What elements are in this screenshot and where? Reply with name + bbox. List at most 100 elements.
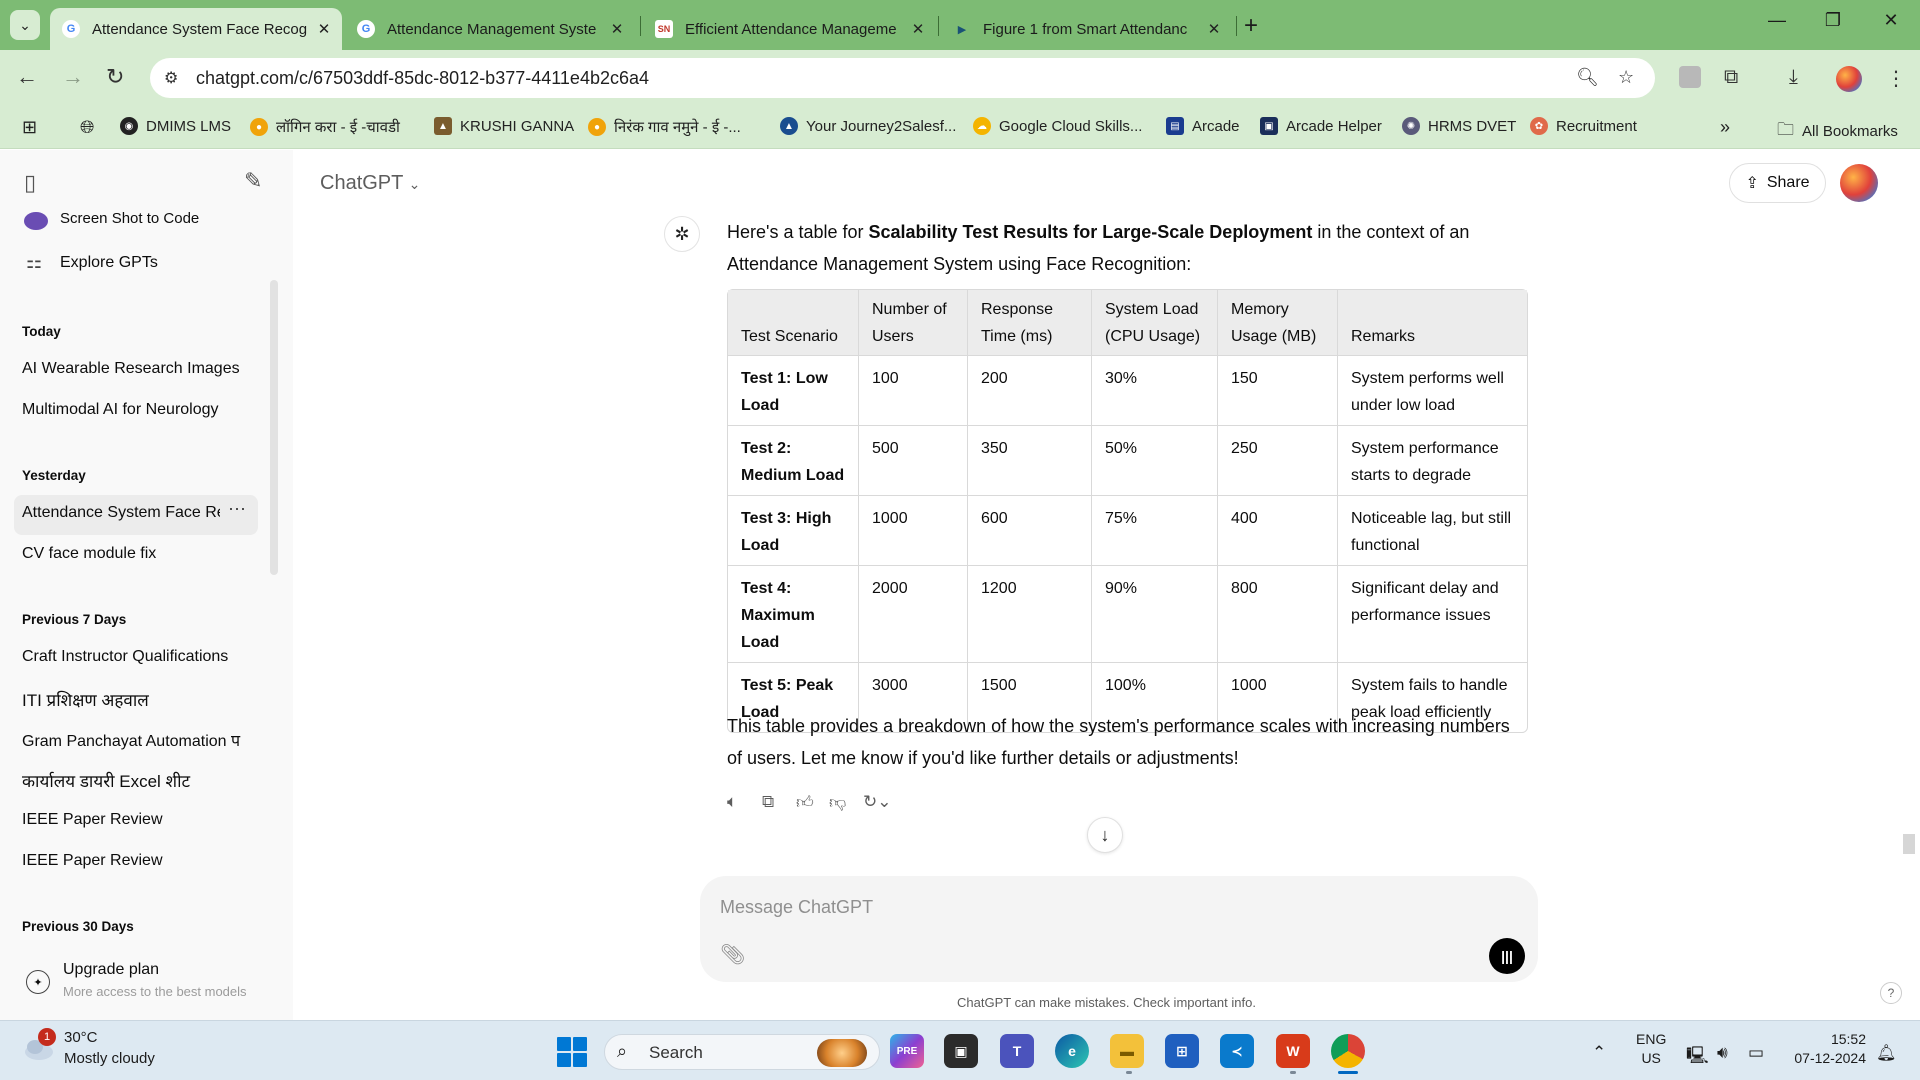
battery-icon[interactable]: ▭ (1748, 1043, 1764, 1063)
weather-temperature[interactable]: 30°C (64, 1029, 98, 1046)
trailhead-icon: ▲ (780, 117, 798, 135)
main-scrollbar[interactable] (1903, 834, 1915, 854)
thumbs-up-icon[interactable]: 👍︎ (796, 792, 814, 813)
chat-history-item[interactable]: AI Wearable Research Images (22, 360, 262, 378)
chat-history-item[interactable]: IEEE Paper Review (22, 811, 262, 829)
network-icon[interactable]: 🖳︎ (1686, 1043, 1709, 1072)
microsoft-store-icon[interactable]: ⊞ (1165, 1034, 1199, 1068)
bookmark-item[interactable]: ▲ Your Journey2Salesf... (780, 117, 956, 135)
system-clock[interactable]: 15:52 07-12-2024 (1786, 1030, 1866, 1068)
scroll-to-bottom-button[interactable]: ↓ (1087, 817, 1123, 853)
minimize-icon[interactable]: — (1762, 10, 1792, 31)
chat-history-item-active[interactable]: Attendance System Face Rec (22, 504, 220, 522)
read-aloud-icon[interactable]: 🔈︎ (727, 792, 737, 812)
share-button[interactable]: ⇪ Share (1729, 163, 1826, 203)
show-hidden-icons-chevron[interactable]: ⌃ (1592, 1043, 1606, 1063)
chat-options-icon[interactable]: ··· (228, 498, 246, 519)
language-indicator[interactable]: ENG US (1636, 1030, 1666, 1068)
voice-mode-button[interactable]: ||| (1489, 938, 1525, 974)
browser-tab[interactable]: G Attendance Management Syste ✕ (345, 8, 635, 50)
all-bookmarks-button[interactable]: 🗀 All Bookmarks (1777, 117, 1898, 146)
copilot-icon[interactable]: PRE (890, 1034, 924, 1068)
regenerate-icon[interactable]: ↻⌄ (863, 792, 892, 812)
profile-extension-icon[interactable] (1679, 66, 1701, 88)
bookmark-item[interactable]: ● लॉगिन करा - ई -चावडी (250, 117, 400, 137)
menu-kebab-icon[interactable]: ⋮ (1886, 66, 1906, 91)
globe-icon[interactable]: 🌐︎ (80, 117, 94, 138)
extensions-icon[interactable]: ⧉ (1724, 66, 1738, 89)
back-icon[interactable]: ← (16, 64, 38, 90)
apps-grid-icon[interactable]: ⊞ (22, 117, 37, 138)
upgrade-plan-button[interactable]: Upgrade plan (63, 961, 159, 979)
new-tab-button[interactable]: + (1244, 12, 1258, 40)
table-cell: 1200 (968, 566, 1092, 663)
chat-history-item[interactable]: IEEE Paper Review (22, 852, 262, 870)
close-window-icon[interactable]: ✕ (1876, 10, 1906, 31)
bookmark-item[interactable]: ▤ Arcade (1166, 117, 1240, 135)
teams-icon[interactable]: T (1000, 1034, 1034, 1068)
url-text[interactable]: chatgpt.com/c/67503ddf-85dc-8012-b377-44… (196, 68, 649, 89)
bookmark-item[interactable]: ▲ KRUSHI GANNA (434, 117, 574, 135)
sidebar-scrollbar[interactable] (270, 280, 278, 575)
message-input[interactable] (720, 890, 1480, 924)
chat-history-item[interactable]: Gram Panchayat Automation प (22, 729, 247, 751)
thumbs-down-icon[interactable]: 👎︎ (829, 792, 846, 813)
vscode-icon[interactable]: ≺ (1220, 1034, 1254, 1068)
edge-icon[interactable]: e (1055, 1034, 1089, 1068)
gpt-screen-shot-to-code[interactable]: Screen Shot to Code (60, 210, 199, 227)
bookmark-item[interactable]: ▣ Arcade Helper (1260, 117, 1382, 135)
table-cell: 90% (1092, 566, 1218, 663)
browser-tab[interactable]: G Attendance System Face Recog ✕ (50, 8, 342, 50)
chat-history-item[interactable]: CV face module fix (22, 545, 262, 563)
taskbar-search[interactable]: ⌕ Search (604, 1034, 880, 1070)
attach-icon[interactable]: 📎︎ (720, 942, 745, 967)
bookmark-item[interactable]: ◉ DMIMS LMS (120, 117, 231, 135)
forward-icon[interactable]: → (62, 64, 84, 90)
bookmark-star-icon[interactable]: ☆ (1618, 67, 1634, 88)
close-tab-icon[interactable]: ✕ (1202, 20, 1226, 38)
chat-history-item[interactable]: Multimodal AI for Neurology (22, 401, 262, 419)
toggle-sidebar-icon[interactable]: ▯ (24, 170, 36, 196)
browser-tab[interactable]: SN Efficient Attendance Manageme ✕ (643, 8, 936, 50)
notifications-bell-icon[interactable]: 🔔︎ (1876, 1043, 1896, 1063)
bookmark-item[interactable]: ● निरंक गाव नमुने - ई -... (588, 117, 741, 137)
restore-icon[interactable]: ❐ (1818, 10, 1848, 31)
screen-shot-to-code-icon (24, 212, 48, 230)
close-tab-icon[interactable]: ✕ (906, 20, 930, 38)
tab-search-button[interactable]: ⌄ (10, 10, 40, 40)
explore-gpts-link[interactable]: Explore GPTs (60, 254, 158, 272)
windows-start-icon[interactable] (557, 1037, 587, 1067)
section-heading-today: Today (22, 324, 61, 339)
site-info-icon[interactable]: ⚙ (164, 68, 178, 88)
chat-history-item[interactable]: ITI प्रशिक्षण अहवाल (22, 688, 262, 711)
address-bar[interactable]: ⚙ chatgpt.com/c/67503ddf-85dc-8012-b377-… (150, 58, 1655, 98)
more-bookmarks-icon[interactable]: » (1720, 117, 1730, 138)
wps-office-icon[interactable]: W (1276, 1034, 1310, 1068)
copy-icon[interactable]: ⧉ (762, 792, 774, 812)
bookmark-item[interactable]: ☁ Google Cloud Skills... (973, 117, 1142, 135)
tab-separator (938, 16, 939, 36)
model-selector[interactable]: ChatGPT ⌄ (320, 172, 420, 195)
user-avatar[interactable] (1840, 164, 1878, 202)
weather-description[interactable]: Mostly cloudy (64, 1050, 155, 1067)
close-tab-icon[interactable]: ✕ (312, 20, 336, 38)
file-explorer-icon[interactable]: ▬ (1110, 1034, 1144, 1068)
chrome-icon[interactable] (1331, 1034, 1365, 1068)
close-tab-icon[interactable]: ✕ (605, 20, 629, 38)
table-cell: Significant delay and performance issues (1338, 566, 1527, 663)
bookmark-item[interactable]: ✿ Recruitment (1530, 117, 1637, 135)
chat-history-item[interactable]: कार्यालय डायरी Excel शीट (22, 769, 262, 792)
reload-icon[interactable]: ↻ (106, 64, 124, 90)
download-icon[interactable]: ⤓ (1789, 66, 1798, 89)
volume-icon[interactable]: 🔊︎ (1717, 1043, 1728, 1063)
browser-tab[interactable]: ▶ Figure 1 from Smart Attendanc ✕ (941, 8, 1232, 50)
profile-avatar-icon[interactable] (1836, 66, 1862, 92)
bookmark-item[interactable]: ✺ HRMS DVET (1402, 117, 1516, 135)
chat-history-item[interactable]: Craft Instructor Qualifications (22, 648, 262, 666)
help-button[interactable]: ? (1880, 982, 1902, 1004)
table-cell: 1000 (859, 496, 968, 566)
zoom-icon[interactable]: 🔍︎ (1576, 67, 1599, 88)
task-view-icon[interactable]: ▣ (944, 1034, 978, 1068)
column-header: Response Time (ms) (968, 290, 1092, 356)
new-chat-icon[interactable]: ✎ (244, 168, 262, 194)
